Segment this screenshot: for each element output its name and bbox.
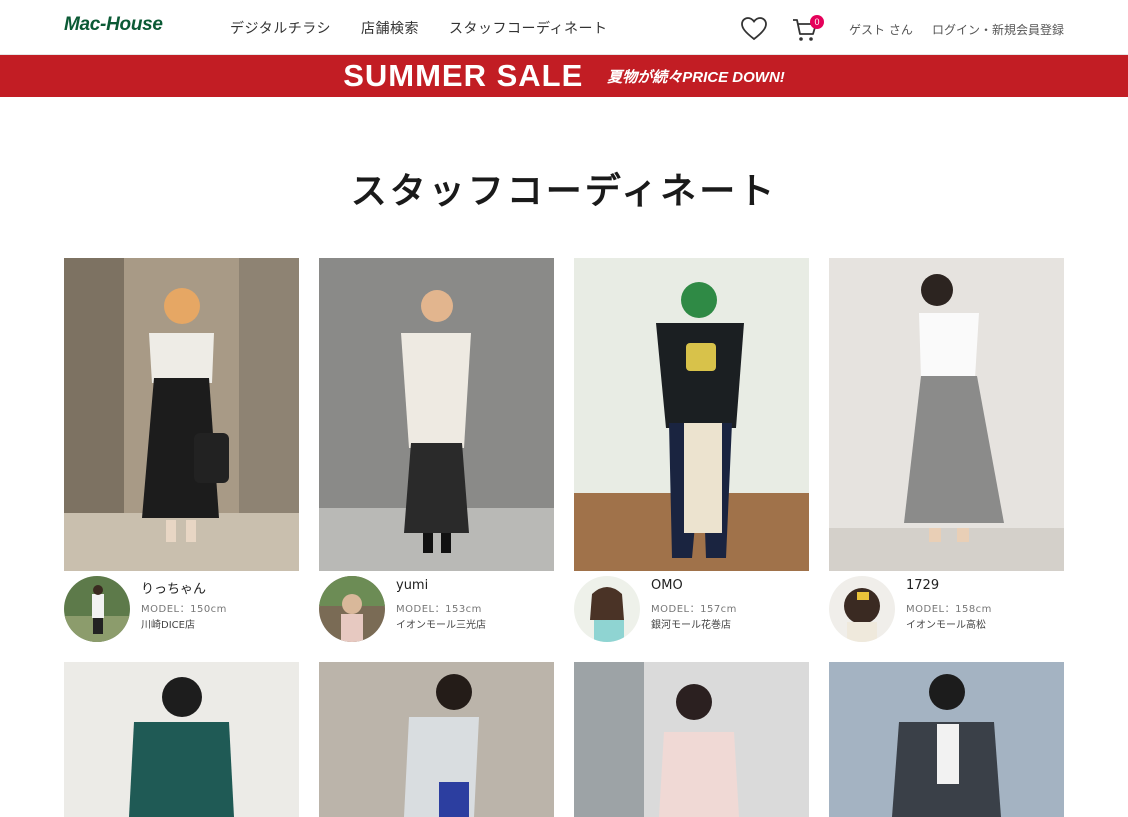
staff-avatar[interactable]: [64, 576, 130, 642]
coordinate-photo[interactable]: [64, 662, 299, 817]
site-header: Mac-House デジタルチラシ 店舗検索 スタッフコーディネート 0 ゲスト…: [0, 0, 1128, 55]
staff-store: 銀河モール花巻店: [651, 620, 731, 631]
main-nav: デジタルチラシ 店舗検索 スタッフコーディネート: [230, 18, 607, 38]
guest-label: ゲスト さん: [849, 23, 913, 37]
logo[interactable]: Mac-House: [64, 14, 163, 36]
staff-name: 1729: [906, 578, 940, 593]
nav-staff-coordinate[interactable]: スタッフコーディネート: [449, 18, 608, 38]
coordinate-photo[interactable]: [319, 662, 554, 817]
staff-model-height: MODEL：158cm: [906, 604, 992, 615]
cart-count-badge: 0: [810, 15, 824, 29]
staff-name: OMO: [651, 578, 683, 593]
nav-digital-flyer[interactable]: デジタルチラシ: [230, 18, 331, 38]
page-title: スタッフコーディネート: [350, 171, 778, 212]
staff-avatar[interactable]: [574, 576, 640, 642]
staff-store: 川崎DICE店: [141, 620, 195, 631]
banner-title: SUMMER SALE: [343, 58, 584, 93]
staff-model-height: MODEL：153cm: [396, 604, 482, 615]
staff-avatar[interactable]: [319, 576, 385, 642]
nav-store-search[interactable]: 店舗検索: [361, 18, 419, 38]
staff-model-height: MODEL：157cm: [651, 604, 737, 615]
banner-subtitle: 夏物が続々PRICE DOWN!: [607, 68, 785, 86]
staff-name: りっちゃん: [141, 582, 207, 597]
coordinate-photo[interactable]: [829, 662, 1064, 817]
staff-name: yumi: [396, 578, 429, 593]
staff-store: イオンモール高松: [906, 620, 986, 631]
summer-sale-banner[interactable]: SUMMER SALE 夏物が続々PRICE DOWN!: [0, 55, 1128, 97]
heart-icon[interactable]: [740, 16, 768, 42]
coordinate-photo[interactable]: [574, 258, 809, 571]
coordinate-photo[interactable]: [64, 258, 299, 571]
staff-store: イオンモール三光店: [396, 620, 486, 631]
coordinate-photo[interactable]: [319, 258, 554, 571]
login-register-link[interactable]: ログイン・新規会員登録: [932, 21, 1064, 38]
coordinate-photo[interactable]: [829, 258, 1064, 571]
coordinate-photo[interactable]: [574, 662, 809, 817]
staff-avatar[interactable]: [829, 576, 895, 642]
staff-model-height: MODEL：150cm: [141, 604, 227, 615]
